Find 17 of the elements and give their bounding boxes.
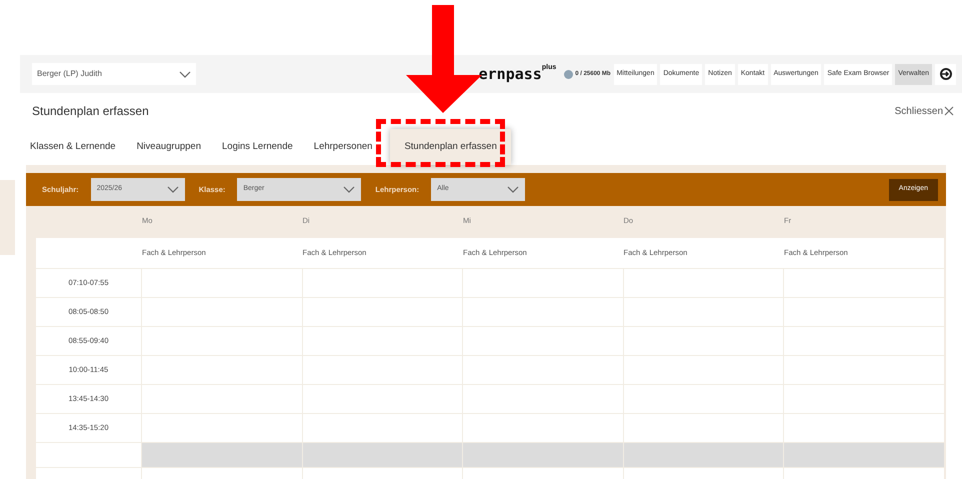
- close-icon: [944, 106, 954, 116]
- tab[interactable]: Lehrpersonen: [310, 129, 376, 165]
- tab[interactable]: Stundenplan erfassen: [390, 129, 511, 165]
- tab[interactable]: Klassen & Lernende: [27, 129, 119, 165]
- tab[interactable]: Niveaugruppen: [134, 129, 204, 165]
- logo-text: ernpass: [478, 66, 542, 82]
- logout-button[interactable]: [935, 64, 956, 84]
- chevron-icon: [507, 186, 520, 193]
- chevron-icon: [166, 186, 179, 193]
- storage-icon: [564, 70, 574, 78]
- page-title: Stundenplan erfassen: [32, 103, 149, 120]
- tab[interactable]: Logins Lernende: [219, 129, 296, 165]
- close-button[interactable]: Schliessen: [894, 104, 954, 118]
- chevron-icon: [179, 70, 191, 78]
- chevron-icon: [343, 186, 356, 193]
- logout-icon: [940, 68, 952, 80]
- user-select[interactable]: Berger (LP) Judith: [32, 63, 196, 85]
